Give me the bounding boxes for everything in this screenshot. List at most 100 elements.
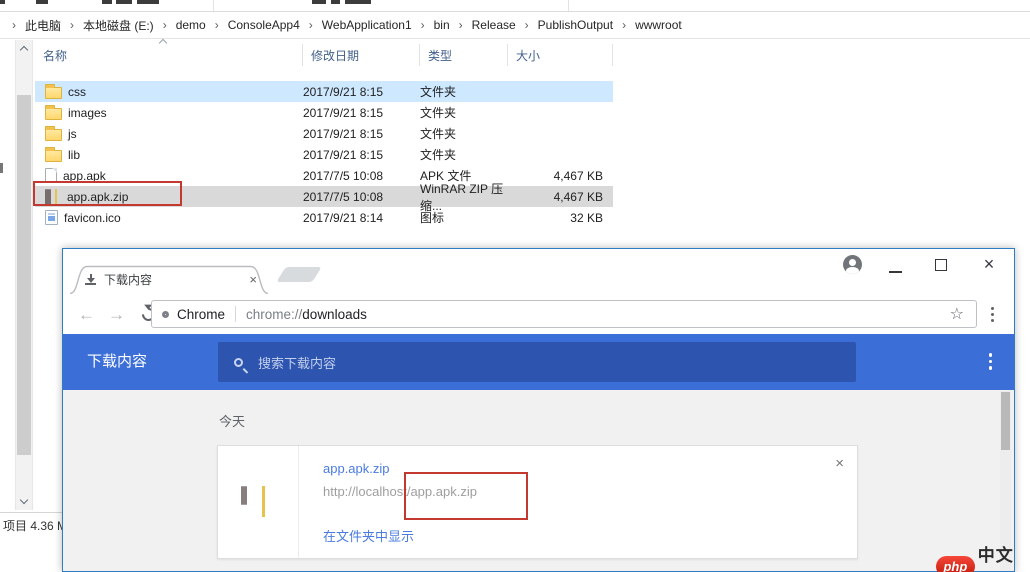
file-size: 4,467 KB [553,189,603,204]
file-name: images [68,105,107,120]
scrollbar-thumb[interactable] [1001,392,1010,450]
file-date: 2017/9/21 8:15 [303,126,384,141]
downloads-header: 下载内容 搜索下载内容 [63,334,1014,390]
breadcrumb-separator: › [458,18,463,32]
scrollbar-thumb[interactable] [17,95,31,455]
tab-title: 下载内容 [104,273,153,287]
omnibox-divider [235,306,237,322]
php-badge: php [936,555,975,572]
breadcrumb-item-consoleapp4[interactable]: ConsoleApp4 [228,18,300,32]
breadcrumb-separator: › [622,18,627,32]
file-name: js [68,126,77,141]
forward-button[interactable]: → [108,306,125,323]
profile-avatar-icon[interactable] [843,255,862,274]
file-type: 图标 [420,211,445,225]
breadcrumb-separator: › [214,18,219,32]
column-header-name[interactable]: 名称 [35,44,303,66]
file-size: 4,467 KB [553,168,603,183]
back-button[interactable]: ← [78,306,95,323]
file-row-css[interactable]: css 2017/9/21 8:15 文件夹 [35,81,613,102]
minimize-button[interactable] [889,271,902,273]
download-item-card: app.apk.zip http://localhost/app.apk.zip… [217,445,858,559]
file-type: 文件夹 [420,106,457,120]
file-row-favicon-ico[interactable]: favicon.ico 2017/9/21 8:14 图标 32 KB [35,207,613,228]
remove-download-icon[interactable]: × [835,455,844,472]
tab-close-icon[interactable]: × [249,273,257,286]
file-row-lib[interactable]: lib 2017/9/21 8:15 文件夹 [35,144,613,165]
download-file-icon-cell [218,446,299,558]
nav-pane-scrollbar[interactable] [15,40,33,510]
download-item-details: app.apk.zip http://localhost/app.apk.zip… [299,446,857,558]
toolbar-fragment [102,0,112,4]
window-close-button[interactable]: × [979,252,999,276]
breadcrumb: › 此电脑 › 本地磁盘 (E:) › demo › ConsoleApp4 ›… [0,12,1030,39]
file-date: 2017/9/21 8:15 [303,105,384,120]
chevron-down-icon [19,495,29,505]
breadcrumb-separator: › [12,18,16,32]
folder-icon [45,104,62,120]
toolbar-divider [568,0,569,11]
breadcrumb-separator: › [162,18,167,32]
breadcrumb-item-bin[interactable]: bin [434,18,450,32]
file-name: favicon.ico [64,210,121,225]
clipped-toolbar [0,0,1030,12]
downloads-page-title: 下载内容 [87,353,148,370]
toolbar-fragment [137,0,159,4]
breadcrumb-separator: › [70,18,75,32]
icon-file-icon [45,210,58,225]
url-scheme: chrome:// [246,306,303,322]
toolbar-fragment [331,0,340,4]
folder-icon [45,83,62,99]
column-header-date[interactable]: 修改日期 [303,44,420,66]
breadcrumb-item-wwwroot[interactable]: wwwroot [635,18,682,32]
breadcrumb-item-demo[interactable]: demo [176,18,206,32]
folder-icon [45,125,62,141]
section-label-today: 今天 [219,414,246,429]
breadcrumb-item-webapplication1[interactable]: WebApplication1 [322,18,412,32]
breadcrumb-item-this-pc[interactable]: 此电脑 [25,17,61,34]
file-type: 文件夹 [420,148,457,162]
screenshot-stage: › 此电脑 › 本地磁盘 (E:) › demo › ConsoleApp4 ›… [0,0,1030,572]
annotation-box-url [404,472,528,520]
chevron-up-icon [19,45,29,55]
downloads-content: 今天 app.apk.zip http://localhost/app.apk.… [63,390,1014,571]
file-row-images[interactable]: images 2017/9/21 8:15 文件夹 [35,102,613,123]
file-date: 2017/9/21 8:15 [303,147,384,162]
browser-toolbar: ← → Chrome chrome:// downloads ☆ [63,294,1014,334]
file-date: 2017/7/5 10:08 [303,189,384,204]
maximize-button[interactable] [935,259,947,271]
file-date: 2017/7/5 10:08 [303,168,384,183]
breadcrumb-separator: › [524,18,529,32]
chrome-logo-icon [162,310,169,318]
download-icon [85,274,96,285]
search-placeholder: 搜索下载内容 [258,355,337,371]
column-header-size[interactable]: 大小 [508,44,613,66]
breadcrumb-item-drive-e[interactable]: 本地磁盘 (E:) [83,17,154,34]
downloads-search-box[interactable]: 搜索下载内容 [218,342,856,382]
new-tab-button[interactable] [276,267,322,282]
file-type: 文件夹 [420,127,457,141]
omnibox-brand: Chrome [177,306,226,322]
scroll-up-button[interactable] [16,42,32,58]
site-watermark: php 中文网 [936,541,1030,572]
column-header-type[interactable]: 类型 [420,44,508,66]
breadcrumb-separator: › [420,18,425,32]
file-date: 2017/9/21 8:14 [303,210,384,225]
bookmark-star-icon[interactable]: ☆ [950,304,964,324]
toolbar-divider [213,0,214,11]
watermark-text: 中文网 [977,546,1014,572]
winrar-archive-icon [241,486,275,517]
tab-downloads[interactable]: 下载内容 × [69,265,269,294]
file-name: css [68,84,86,99]
breadcrumb-item-publishoutput[interactable]: PublishOutput [538,18,613,32]
show-in-folder-link[interactable]: 在文件夹中显示 [323,526,414,545]
file-row-js[interactable]: js 2017/9/21 8:15 文件夹 [35,123,613,144]
downloads-menu-button[interactable] [988,353,992,370]
browser-menu-button[interactable] [990,302,994,326]
file-date: 2017/9/21 8:15 [303,84,384,99]
scroll-down-button[interactable] [16,492,32,508]
toolbar-fragment [36,0,48,4]
toolbar-fragment [116,0,132,4]
breadcrumb-item-release[interactable]: Release [472,18,516,32]
omnibox[interactable]: Chrome chrome:// downloads ☆ [151,300,977,328]
